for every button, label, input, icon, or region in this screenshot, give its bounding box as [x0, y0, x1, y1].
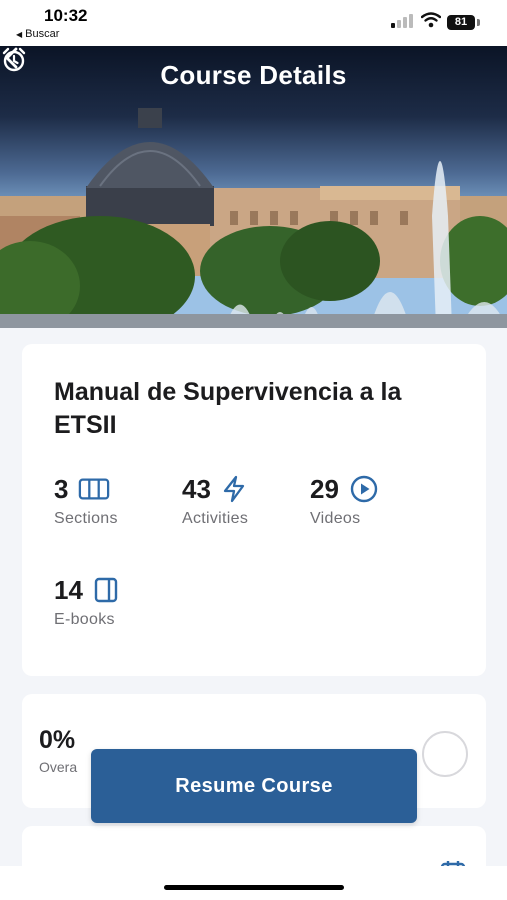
stat-videos-value: 29 [310, 473, 339, 504]
status-bar: 10:32 ◀ Buscar 81 [0, 0, 507, 46]
stat-videos-label: Videos [310, 510, 361, 527]
stat-sections: 3 Sections [54, 474, 118, 528]
resume-course-button[interactable]: Resume Course [91, 749, 417, 823]
stat-activities: 43 Activities [182, 474, 253, 528]
stat-ebooks: 14 E-books [54, 575, 125, 629]
columns-icon [78, 475, 110, 503]
page-title: Course Details [160, 60, 347, 90]
battery-tip [477, 19, 480, 26]
progress-ring [422, 731, 468, 777]
stat-activities-label: Activities [182, 510, 249, 527]
bottom-bar [0, 866, 507, 900]
stat-ebooks-label: E-books [54, 611, 115, 628]
home-indicator[interactable] [164, 885, 344, 890]
stat-sections-label: Sections [54, 510, 118, 527]
progress-value: 0% [39, 726, 76, 754]
lightning-icon [221, 475, 253, 503]
course-hero-image: Course Details [0, 46, 507, 328]
battery-icon: 81 [447, 15, 475, 30]
stat-ebooks-value: 14 [54, 574, 83, 605]
wifi-icon [421, 12, 441, 28]
cellular-signal-icon [391, 14, 413, 28]
alarm-clock-icon[interactable] [0, 46, 28, 74]
progress-label: Overa [39, 759, 78, 775]
course-info-card: Manual de Supervivencia a la ETSII 3 Sec… [22, 344, 486, 676]
play-circle-icon [349, 475, 381, 503]
stat-activities-value: 43 [182, 473, 211, 504]
back-triangle-icon: ◀ [16, 30, 23, 39]
back-to-app-link[interactable]: ◀ Buscar [16, 28, 59, 40]
status-time: 10:32 [44, 6, 88, 25]
course-title: Manual de Supervivencia a la ETSII [54, 378, 402, 439]
back-app-label: Buscar [25, 28, 60, 40]
stat-videos: 29 Videos [310, 474, 381, 528]
stat-sections-value: 3 [54, 473, 69, 504]
book-icon [93, 576, 125, 604]
